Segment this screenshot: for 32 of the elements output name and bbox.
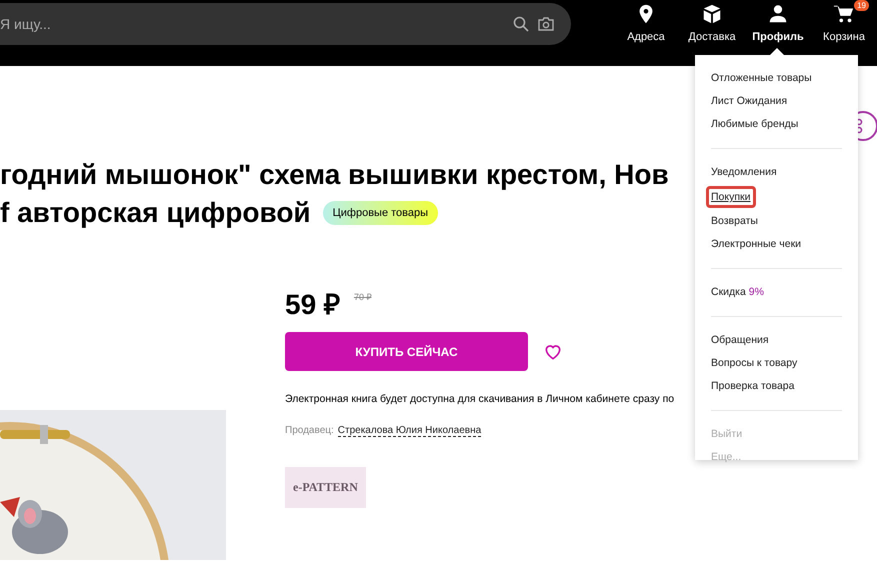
old-price: 70 ₽	[354, 291, 372, 303]
cart-icon	[833, 3, 855, 25]
download-note: Электронная книга будет доступна для скачивания в Личном кабинете сразу по	[285, 393, 674, 405]
seller-link[interactable]: Стрекалова Юлия Николаевна	[338, 425, 482, 437]
menu-item[interactable]: Отложенные товары	[711, 67, 812, 90]
menu-item[interactable]: Покупки	[706, 186, 756, 208]
price: 59 ₽	[285, 288, 340, 322]
nav-item[interactable]: Доставка	[679, 3, 745, 43]
menu-item[interactable]: Уведомления	[711, 161, 777, 184]
menu-item[interactable]: Обращения	[711, 329, 769, 352]
menu-item[interactable]: Скидка 9%	[711, 281, 764, 304]
buy-now-button[interactable]: КУПИТЬ СЕЙЧАС	[285, 332, 528, 371]
nav-item[interactable]: Профиль	[745, 3, 811, 43]
nav-item[interactable]: Корзина 19	[811, 3, 877, 43]
search-field[interactable]: Я ищу...	[0, 3, 571, 45]
nav-item[interactable]: Адреса	[613, 3, 679, 43]
menu-item[interactable]: Электронные чеки	[711, 233, 802, 256]
product-title: годний мышонок" схема вышивки крестом, Нов	[0, 158, 669, 192]
category-badge[interactable]: Цифровые товары	[322, 201, 438, 225]
count-badge: 19	[854, 0, 869, 11]
box-icon	[701, 3, 723, 25]
product-title: f авторская цифровой	[0, 196, 311, 230]
camera-icon[interactable]	[538, 16, 554, 32]
menu-item[interactable]: Возвраты	[711, 210, 758, 233]
search-icon[interactable]	[513, 16, 529, 32]
seller-label: Продавец:	[285, 425, 334, 437]
person-icon	[767, 3, 789, 25]
menu-item[interactable]: Лист Ожидания	[711, 90, 788, 113]
brand-logo[interactable]: e-PATTERN	[285, 467, 366, 508]
menu-item[interactable]: Любимые бренды	[711, 113, 798, 136]
menu-item[interactable]: Вопросы к товару	[711, 352, 798, 375]
menu-item[interactable]: Проверка товара	[711, 375, 794, 398]
